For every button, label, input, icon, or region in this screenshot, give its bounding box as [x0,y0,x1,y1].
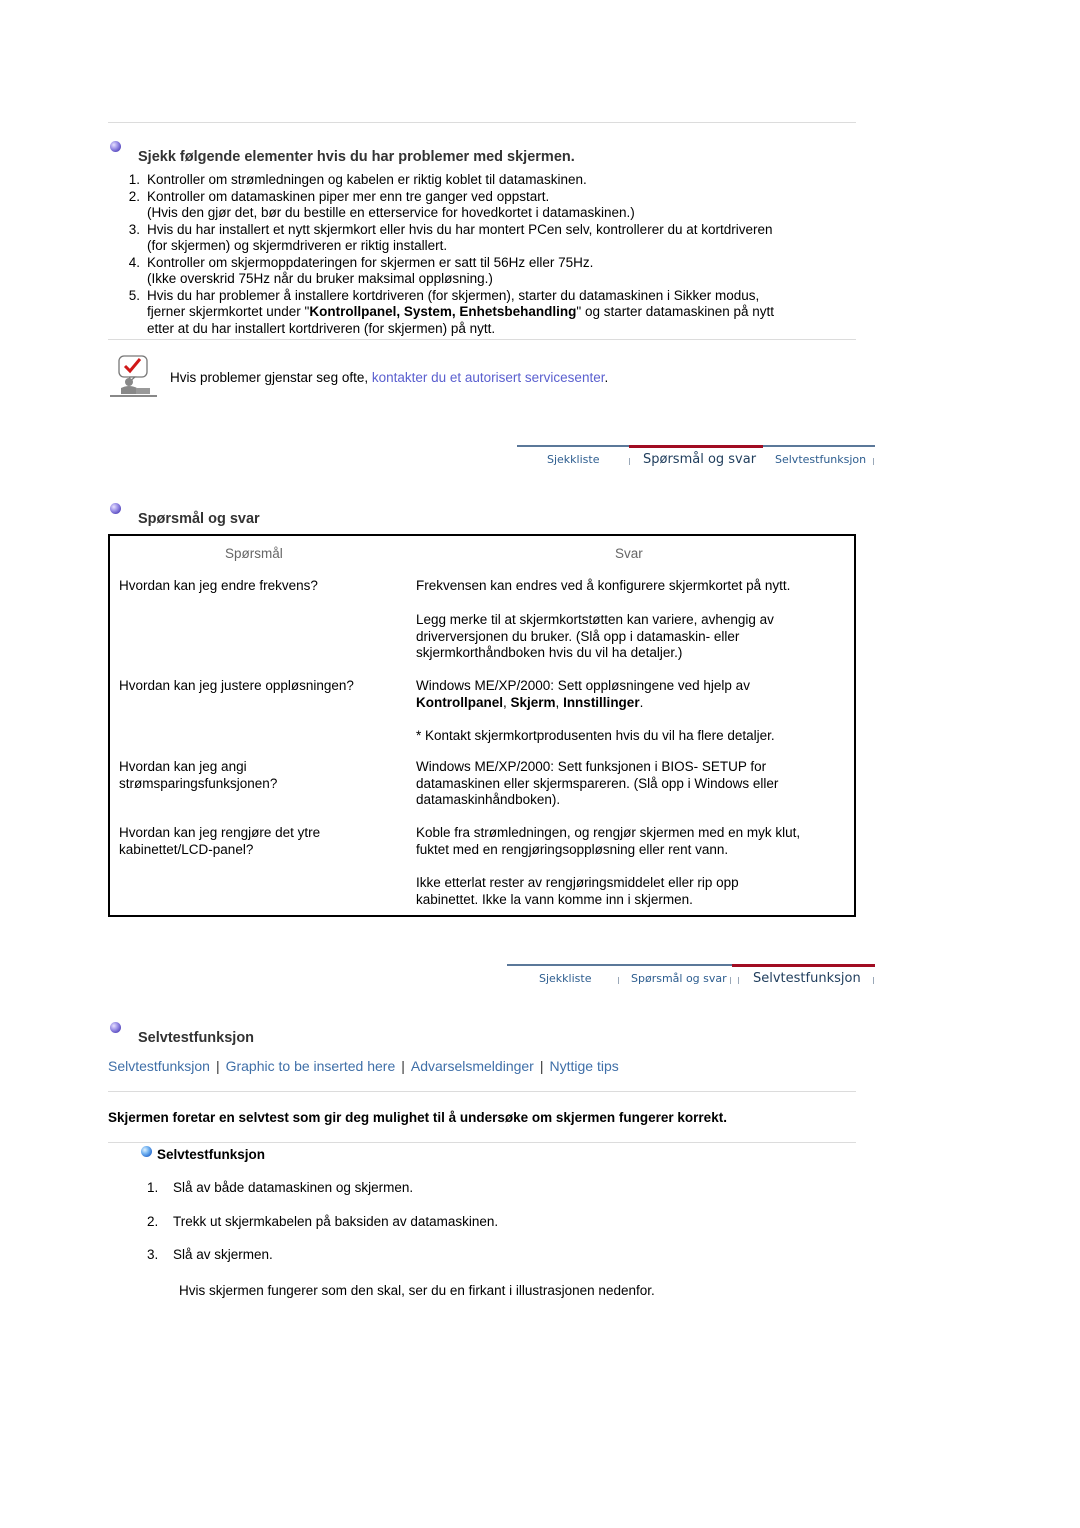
section-bullet-icon [110,141,121,152]
qa-answer: Windows ME/XP/2000: Sett funksjonen i BI… [416,759,779,807]
qa-table: Spørsmål Svar Hvordan kan jeg endre frek… [108,534,856,917]
top-divider [108,122,856,123]
qa-question: Hvordan kan jeg angi strømsparingsfunksj… [119,759,278,791]
qa-answer: * Kontakt skjermkortprodusenten hvis du … [416,728,775,743]
column-header-question: Spørsmål [225,546,283,561]
checklist-item: 4. Kontroller om skjermoppdateringen for … [128,254,594,287]
checkmark-note-icon [110,354,158,398]
link-advarselsmeldinger[interactable]: Advarselsmeldinger [411,1058,534,1074]
checklist-item: 3. Hvis du har installert et nytt skjermk… [128,221,773,254]
section-bullet-icon [110,1022,121,1033]
checklist-item: 2. Kontroller om datamaskinen piper mer e… [128,188,635,221]
qa-question: Hvordan kan jeg endre frekvens? [119,578,318,593]
checklist-item: 5. Hvis du har problemer å installere kor… [128,287,775,336]
checklist-divider [108,339,856,340]
link-graphic[interactable]: Graphic to be inserted here [226,1058,396,1074]
selftest-heading: Selvtestfunksjon [138,1030,255,1046]
qa-heading: Spørsmål og svar [138,511,260,527]
tab-selvtestfunksjon[interactable]: Selvtestfunksjon [775,453,866,466]
link-nyttige-tips[interactable]: Nyttige tips [549,1058,618,1074]
checklist-heading: Sjekk følgende elementer hvis du har pro… [138,149,575,165]
column-header-answer: Svar [615,546,643,561]
qa-answer: Legg merke til at skjermkortstøtten kan … [416,612,774,660]
link-selvtestfunksjon[interactable]: Selvtestfunksjon [108,1058,210,1074]
bold-path: Kontrollpanel, System, Enhetsbehandling [309,304,577,319]
tab-sporsmal-og-svar[interactable]: Spørsmål og svar [631,972,727,985]
selftest-intro: Skjermen foretar en selvtest som gir deg… [108,1110,727,1125]
tab-sjekkliste[interactable]: Sjekkliste [547,453,599,466]
selftest-step: 3. Slå av skjermen. [147,1247,273,1262]
qa-question: Hvordan kan jeg rengjøre det ytre kabine… [119,825,321,857]
tab-sporsmal-og-svar[interactable]: Spørsmål og svar [643,452,756,467]
checklist-item: 1. Kontroller om strømledningen og kabele… [128,172,587,187]
selftest-subheading: Selvtestfunksjon [157,1147,266,1162]
section-tabbar-selftest: Sjekkliste Spørsmål og svar Selvtestfunk… [507,964,875,994]
tab-selvtestfunksjon[interactable]: Selvtestfunksjon [753,971,861,986]
service-note: Hvis problemer gjenstar seg ofte, kontak… [170,370,609,385]
selftest-step: 1. Slå av både datamaskinen og skjermen. [147,1180,414,1195]
section-bullet-icon [110,503,121,514]
qa-question: Hvordan kan jeg justere oppløsningen? [119,678,354,693]
selftest-divider [108,1091,856,1092]
tab-sjekkliste[interactable]: Sjekkliste [539,972,591,985]
selftest-divider-2 [108,1142,856,1143]
qa-answer: Koble fra strømledningen, og rengjør skj… [416,825,801,857]
subsection-bullet-icon [141,1146,152,1157]
selftest-step: 2. Trekk ut skjermkabelen på baksiden av … [147,1214,499,1229]
selftest-sublinks: Selvtestfunksjon | Graphic to be inserted … [108,1058,619,1074]
qa-answer: Ikke etterlat rester av rengjøringsmidde… [416,875,739,907]
selftest-note: Hvis skjermen fungerer som den skal, ser… [179,1283,655,1298]
section-tabbar-qa: Sjekkliste Spørsmål og svar Selvtestfunk… [517,445,875,475]
service-center-link[interactable]: kontakter du et autorisert servicesenter [372,370,605,385]
checklist-list: 1. Kontroller om strømledningen og kabele… [122,172,862,337]
qa-answer: Frekvensen kan endres ved å konfigurere … [416,578,791,593]
qa-answer: Windows ME/XP/2000: Sett oppløsningene v… [416,678,750,710]
